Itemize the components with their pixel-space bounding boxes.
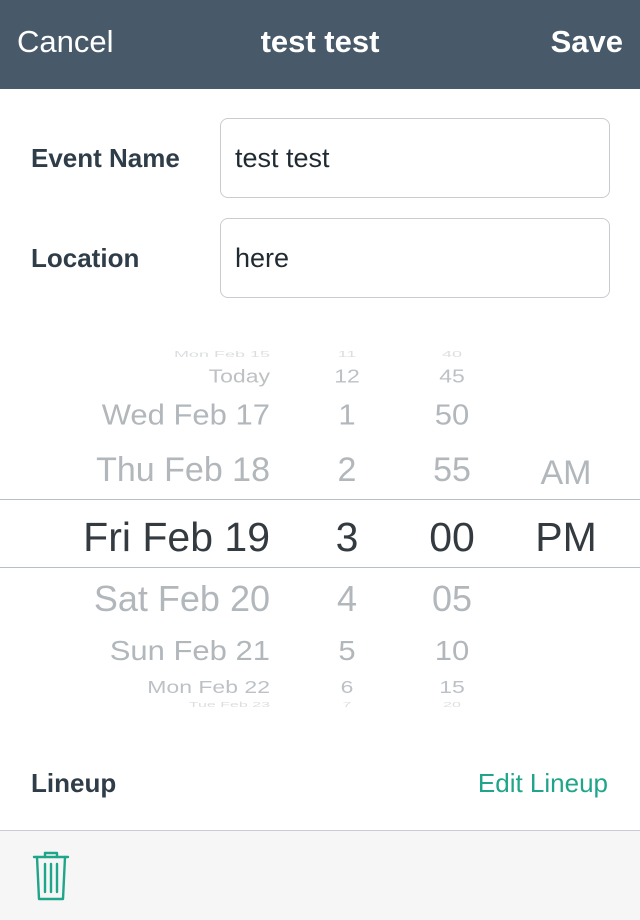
minute-option[interactable]: 50 xyxy=(412,398,492,431)
selection-line-top xyxy=(0,499,640,500)
date-option[interactable]: Tue Feb 23 xyxy=(189,701,270,709)
minute-option[interactable]: 00 xyxy=(412,514,492,561)
date-option[interactable]: Mon Feb 22 xyxy=(147,677,270,697)
hour-option[interactable]: 2 xyxy=(318,451,376,490)
minute-option[interactable]: 20 xyxy=(412,701,492,709)
cancel-button[interactable]: Cancel xyxy=(17,24,114,60)
hour-option[interactable]: 11 xyxy=(318,350,376,359)
edit-lineup-link[interactable]: Edit Lineup xyxy=(478,768,608,799)
minute-option[interactable]: 45 xyxy=(412,366,492,388)
minute-option[interactable]: 55 xyxy=(412,451,492,490)
hour-option[interactable]: 3 xyxy=(318,514,376,561)
hour-option[interactable]: 7 xyxy=(318,701,376,709)
minute-option[interactable]: 05 xyxy=(412,578,492,620)
bottom-toolbar xyxy=(0,830,640,920)
hour-option[interactable]: 1 xyxy=(318,398,376,431)
hour-option[interactable]: 4 xyxy=(318,578,376,620)
date-option[interactable]: Thu Feb 18 xyxy=(96,451,270,490)
navigation-bar: test test Cancel Save xyxy=(0,0,640,89)
hour-option[interactable]: 12 xyxy=(318,366,376,388)
ampm-option-am[interactable]: AM xyxy=(520,454,612,493)
event-name-field[interactable] xyxy=(220,118,610,198)
selection-line-bottom xyxy=(0,567,640,568)
date-time-picker[interactable]: Mon Feb 15 Today Wed Feb 17 Thu Feb 18 Fri F… xyxy=(0,350,640,712)
date-option[interactable]: Sun Feb 21 xyxy=(110,635,270,667)
minute-option[interactable]: 10 xyxy=(412,635,492,667)
hour-option[interactable]: 6 xyxy=(318,677,376,697)
date-option[interactable]: Sat Feb 20 xyxy=(94,578,270,620)
ampm-option-pm[interactable]: PM xyxy=(520,514,612,561)
minute-option[interactable]: 15 xyxy=(412,677,492,697)
save-button[interactable]: Save xyxy=(551,24,623,60)
hour-option[interactable]: 5 xyxy=(318,635,376,667)
date-option[interactable]: Today xyxy=(209,366,270,388)
date-option[interactable]: Fri Feb 19 xyxy=(83,514,270,561)
date-option[interactable]: Wed Feb 17 xyxy=(102,398,270,431)
lineup-label: Lineup xyxy=(31,768,117,798)
minute-option[interactable]: 40 xyxy=(412,350,492,359)
event-name-label: Event Name xyxy=(31,143,180,173)
location-label: Location xyxy=(31,243,140,273)
date-option[interactable]: Mon Feb 15 xyxy=(174,350,270,359)
location-field[interactable] xyxy=(220,218,610,298)
trash-icon[interactable] xyxy=(31,849,71,903)
